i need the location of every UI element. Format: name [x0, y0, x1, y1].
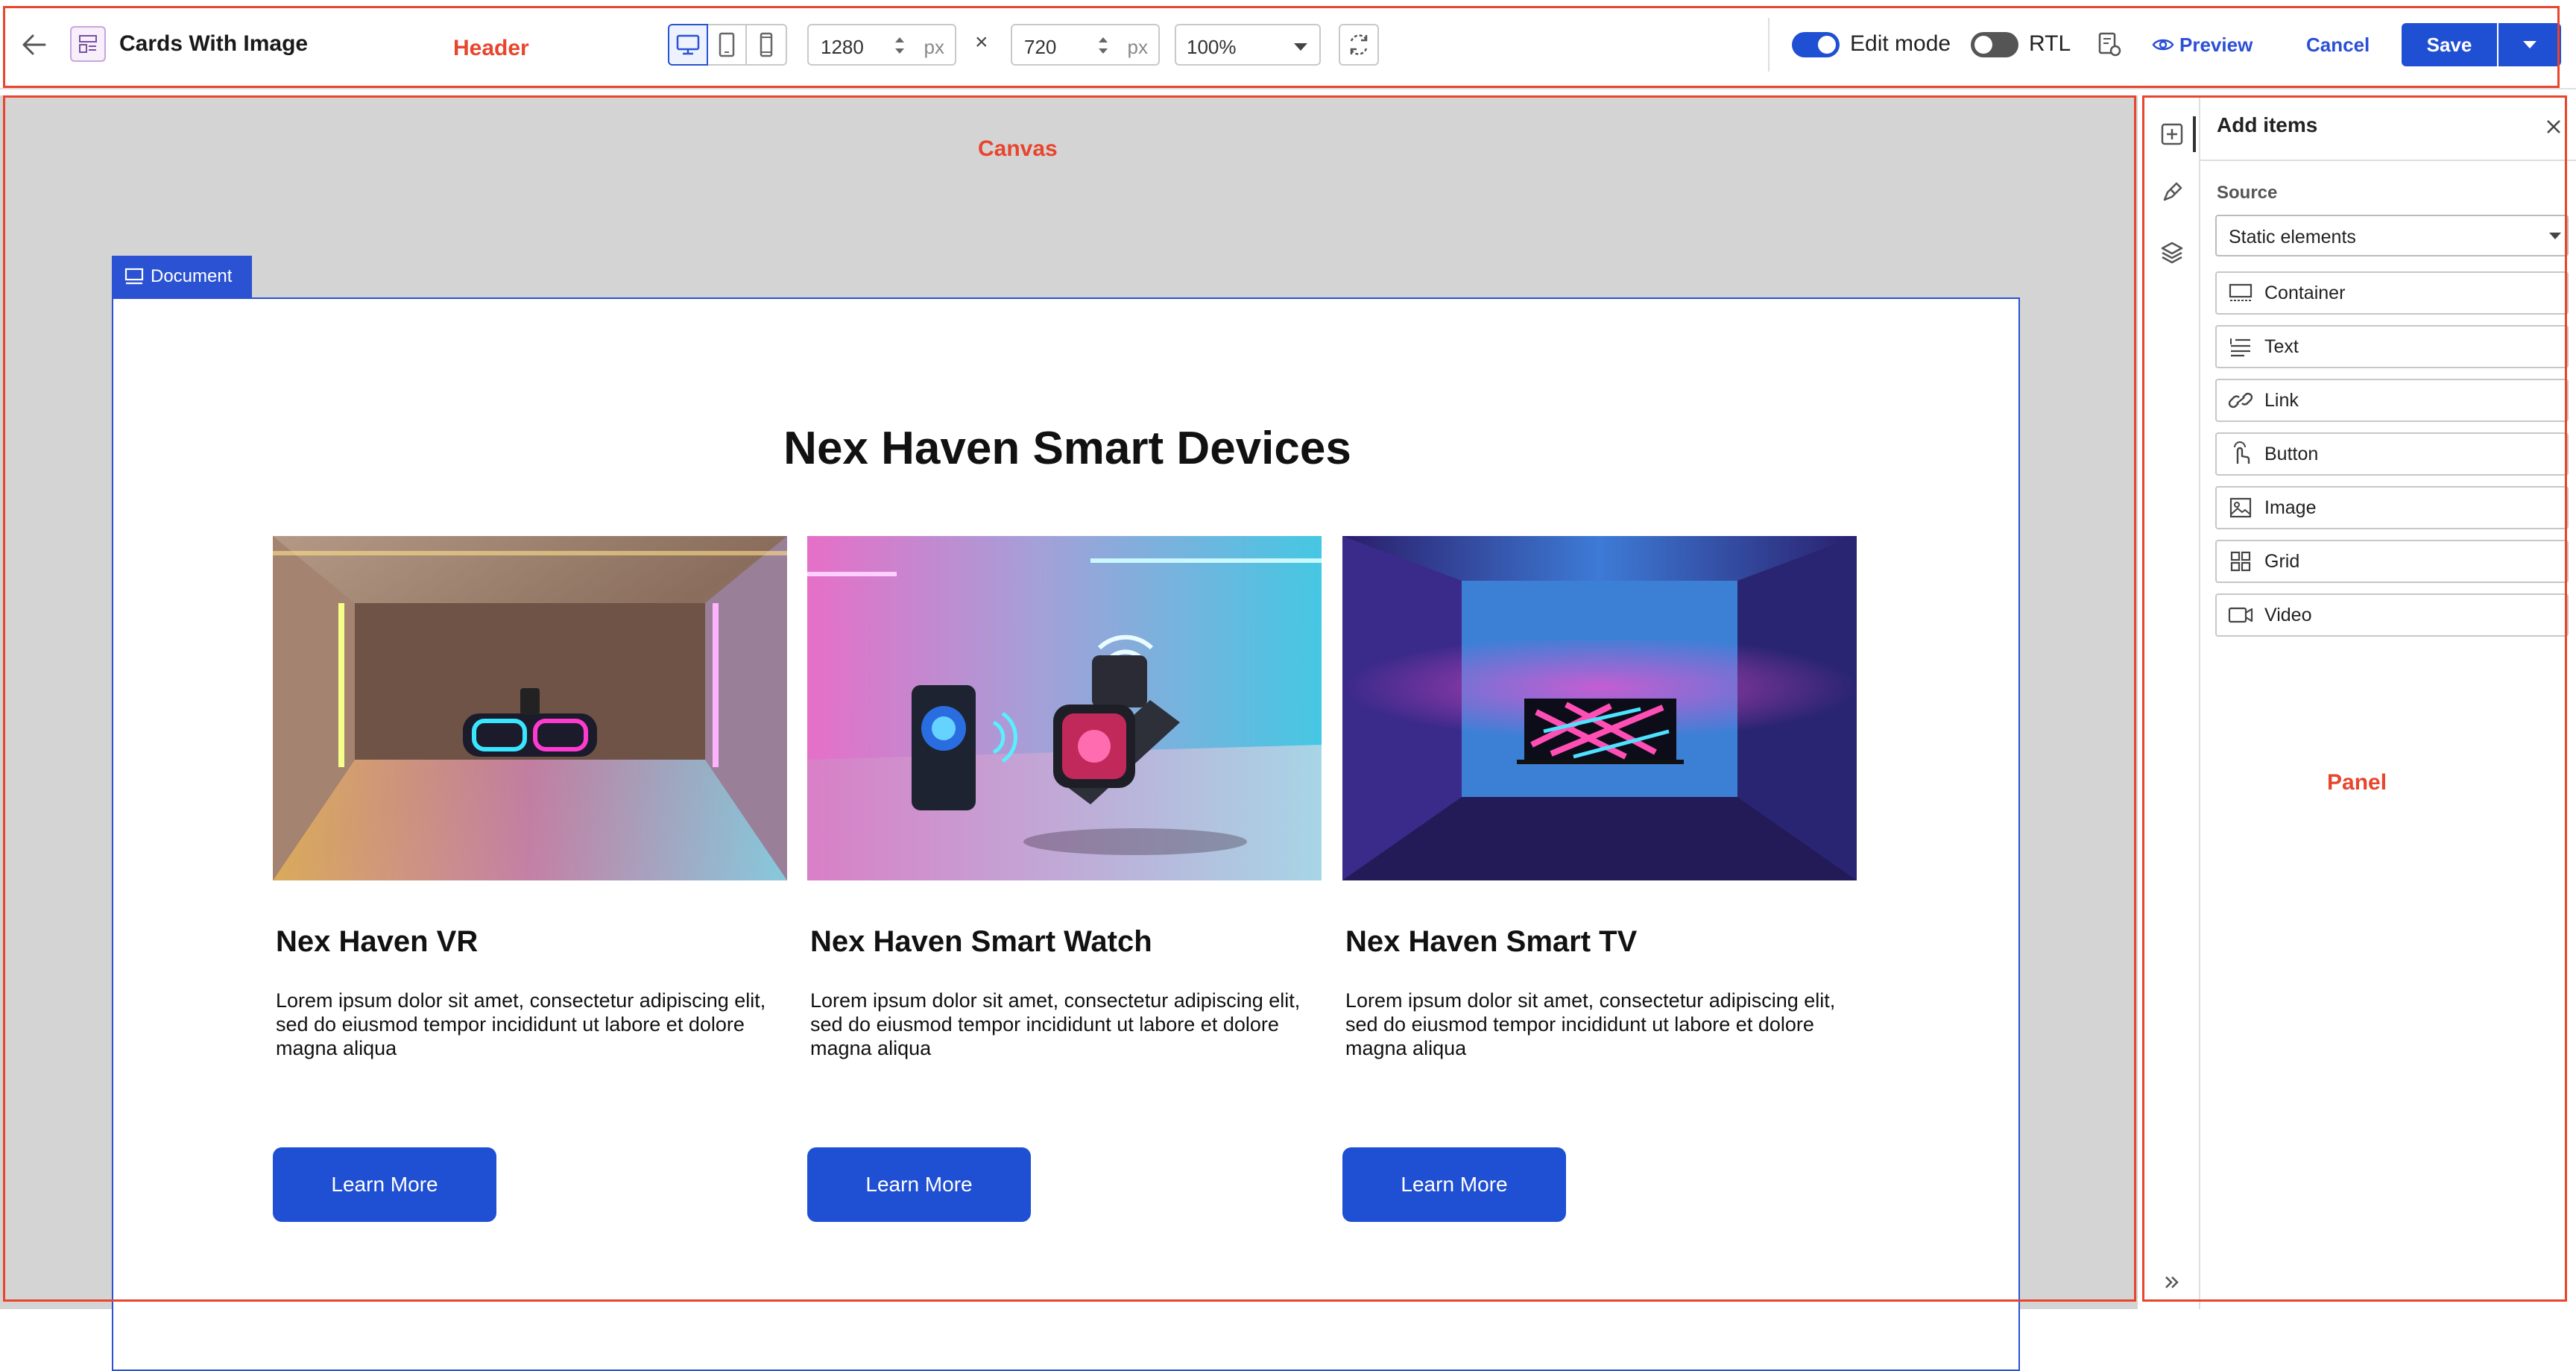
rotate-icon: [1350, 34, 1368, 55]
active-tab-indicator: [2193, 116, 2196, 152]
layers-icon: [2161, 242, 2183, 264]
canvas: Canvas Document Nex Haven Smart Devices: [0, 95, 2138, 1371]
cancel-button[interactable]: Cancel: [2306, 34, 2370, 57]
width-unit: px: [924, 36, 944, 58]
tablet-icon: [719, 32, 735, 57]
card-description[interactable]: Lorem ipsum dolor sit amet, consectetur …: [1345, 989, 1860, 1060]
source-value: Static elements: [2229, 227, 2356, 248]
card-title[interactable]: Nex Haven VR: [276, 925, 478, 959]
panel-divider: [2200, 160, 2576, 161]
expand-panel-icon[interactable]: [2157, 1267, 2187, 1297]
height-value: 720: [1024, 36, 1057, 58]
add-container-item[interactable]: Container: [2215, 271, 2569, 315]
item-label: Button: [2264, 443, 2319, 464]
card-title[interactable]: Nex Haven Smart TV: [1345, 925, 1637, 959]
panel-title: Add items: [2217, 113, 2318, 136]
header-bar: Cards With Image Header 1280 px × 720 px…: [0, 0, 2576, 89]
item-label: Container: [2264, 282, 2346, 303]
learn-more-button[interactable]: Learn More: [273, 1147, 496, 1222]
add-video-item[interactable]: Video: [2215, 593, 2569, 637]
header-annotation: Header: [453, 36, 529, 60]
mobile-icon: [760, 32, 773, 57]
chevron-down-icon: [2523, 41, 2536, 48]
document-heading[interactable]: Nex Haven Smart Devices: [113, 422, 2021, 475]
source-label: Source: [2217, 183, 2278, 203]
document-tag-label: Document: [151, 266, 233, 286]
height-unit: px: [1127, 36, 1148, 58]
save-options-button[interactable]: [2497, 23, 2561, 66]
width-value: 1280: [821, 36, 864, 58]
add-image-item[interactable]: Image: [2215, 486, 2569, 529]
card-image-tv[interactable]: [1342, 536, 1857, 880]
image-icon: [2217, 488, 2264, 528]
brush-icon: [2163, 182, 2182, 201]
rtl-label: RTL: [2029, 31, 2071, 56]
width-input[interactable]: 1280 px: [807, 24, 956, 66]
height-input[interactable]: 720 px: [1011, 24, 1160, 66]
container-icon: [2217, 273, 2264, 313]
card-title[interactable]: Nex Haven Smart Watch: [810, 925, 1152, 959]
save-button[interactable]: Save: [2402, 23, 2497, 66]
video-icon: [2217, 595, 2264, 635]
item-label: Video: [2264, 604, 2312, 625]
text-icon: [2217, 327, 2264, 367]
close-icon[interactable]: [2540, 113, 2567, 140]
edit-mode-label: Edit mode: [1850, 31, 1951, 56]
chevron-down-icon: [1294, 43, 1307, 51]
chevron-down-icon: [2549, 233, 2561, 239]
document-frame[interactable]: Nex Haven Smart Devices Nex Haven VR Lor…: [112, 297, 2020, 1371]
dimension-separator: ×: [975, 30, 988, 54]
preview-button[interactable]: Preview: [2179, 34, 2253, 57]
add-link-item[interactable]: Link: [2215, 379, 2569, 422]
card-image-watch[interactable]: [807, 536, 1322, 880]
add-grid-item[interactable]: Grid: [2215, 540, 2569, 583]
learn-more-button[interactable]: Learn More: [807, 1147, 1031, 1222]
layers-tab[interactable]: [2154, 234, 2190, 270]
stepper-icon[interactable]: [892, 31, 907, 60]
item-label: Link: [2264, 389, 2299, 411]
desktop-view-button[interactable]: [668, 24, 708, 66]
eye-icon[interactable]: [2151, 33, 2175, 57]
panel-rail: [2144, 95, 2200, 1309]
add-items-panel: Add items Source Static elements Contain…: [2200, 95, 2576, 1309]
zoom-select[interactable]: 100%: [1175, 24, 1321, 66]
page-title: Cards With Image: [119, 31, 309, 56]
zoom-value: 100%: [1187, 36, 1237, 58]
item-label: Image: [2264, 497, 2317, 518]
card-image-vr[interactable]: [273, 536, 787, 880]
container-icon: [124, 268, 144, 285]
canvas-annotation: Canvas: [978, 136, 1058, 161]
item-label: Text: [2264, 335, 2299, 357]
page-template-icon: [70, 26, 106, 62]
header-divider: [1768, 18, 1770, 72]
add-items-tab[interactable]: [2154, 116, 2190, 152]
grid-icon: [2217, 541, 2264, 582]
rtl-toggle[interactable]: [1971, 32, 2018, 57]
edit-mode-toggle[interactable]: [1792, 32, 1840, 57]
desktop-icon: [676, 34, 700, 55]
tablet-view-button[interactable]: [708, 24, 747, 66]
document-tag[interactable]: Document: [112, 256, 252, 297]
mobile-view-button[interactable]: [747, 24, 787, 66]
button-icon: [2217, 434, 2264, 474]
card-description[interactable]: Lorem ipsum dolor sit amet, consectetur …: [810, 989, 1325, 1060]
card-description[interactable]: Lorem ipsum dolor sit amet, consectetur …: [276, 989, 790, 1060]
learn-more-button[interactable]: Learn More: [1342, 1147, 1566, 1222]
rotate-button[interactable]: [1339, 24, 1379, 66]
source-select[interactable]: Static elements: [2215, 215, 2569, 256]
settings-report-icon[interactable]: [2093, 28, 2126, 61]
stepper-icon[interactable]: [1096, 31, 1111, 60]
link-icon: [2217, 380, 2264, 420]
style-tab[interactable]: [2154, 174, 2190, 210]
add-text-item[interactable]: Text: [2215, 325, 2569, 368]
add-icon: [2161, 123, 2183, 145]
add-button-item[interactable]: Button: [2215, 432, 2569, 476]
panel-annotation: Panel: [2327, 770, 2387, 795]
back-arrow-icon[interactable]: [16, 28, 52, 61]
item-label: Grid: [2264, 550, 2300, 572]
